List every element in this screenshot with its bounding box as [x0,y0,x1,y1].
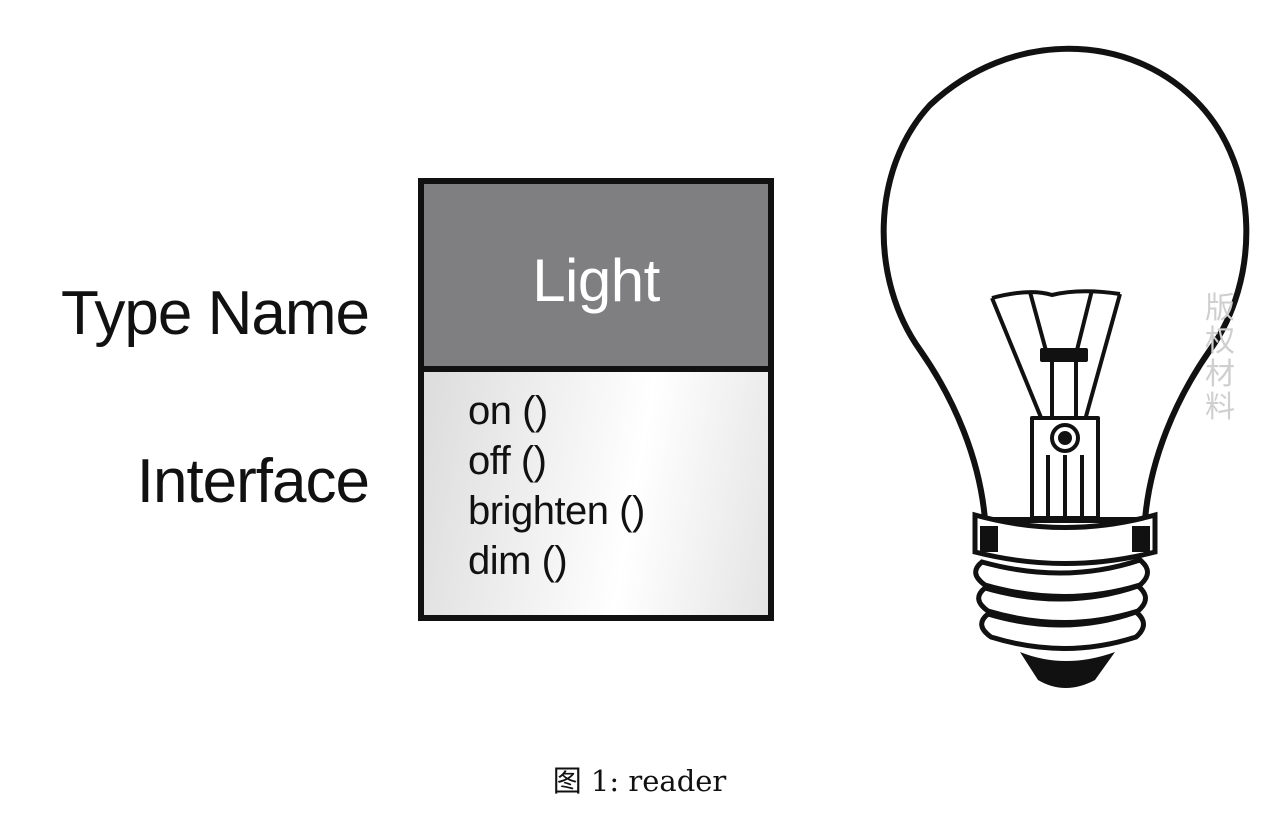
bulb-collar-left-shade [980,526,998,552]
uml-class-header: Light [424,184,768,372]
method-item: brighten () [468,489,645,533]
uml-class-body: on () off () brighten () dim () [424,372,768,615]
watermark-text: 版权材料 [1205,291,1235,425]
method-list: on () off () brighten () dim () [468,386,645,586]
type-name-label: Type Name [60,279,370,348]
method-item: off () [468,439,547,483]
interface-label: Interface [136,447,370,516]
uml-class-box: Light on () off () brighten () dim () [418,178,774,621]
diagram-canvas: Type Name Interface Light on () off () b… [0,0,1279,815]
uml-class-name: Light [532,247,660,314]
bulb-contact-tip [1020,652,1115,688]
bulb-collar-right-shade [1132,526,1150,552]
method-item: on () [468,389,548,433]
method-item: dim () [468,539,568,583]
bulb-screw-threads [973,557,1150,651]
figure-caption: 图 1: reader [552,764,727,798]
